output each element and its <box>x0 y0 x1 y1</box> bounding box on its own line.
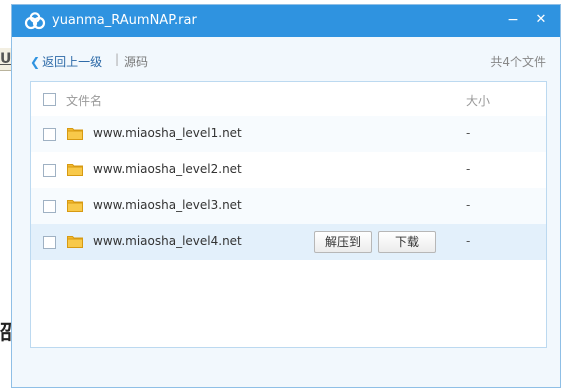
dialog-title: yuanma_RAumNAP.rar <box>52 13 197 28</box>
background-fragment-text: U <box>0 51 12 67</box>
baidu-cloud-logo-icon <box>24 12 46 30</box>
file-name[interactable]: www.miaosha_level2.net <box>93 162 242 176</box>
select-all-checkbox[interactable] <box>43 93 56 106</box>
file-size: - <box>466 162 471 176</box>
extract-to-button[interactable]: 解压到 <box>314 231 372 253</box>
file-row[interactable]: www.miaosha_level3.net - <box>31 188 546 224</box>
folder-icon <box>67 128 83 140</box>
file-name[interactable]: www.miaosha_level4.net <box>93 234 242 248</box>
file-list-header: 文件名 大小 <box>31 82 546 116</box>
column-header-name: 文件名 <box>66 94 103 108</box>
row-checkbox[interactable] <box>43 164 56 177</box>
breadcrumb-current-folder: 源码 <box>124 55 149 69</box>
navigation-bar: ❮ 返回上一级 | 源码 共4个文件 <box>12 51 560 73</box>
file-name[interactable]: www.miaosha_level1.net <box>93 126 242 140</box>
file-list: 文件名 大小 www.miaosha_level1.net - www.miao… <box>30 81 547 348</box>
download-button[interactable]: 下载 <box>378 231 436 253</box>
folder-icon <box>67 164 83 176</box>
row-checkbox[interactable] <box>43 236 56 249</box>
chevron-left-icon: ❮ <box>30 55 41 69</box>
close-button[interactable]: ✕ <box>528 7 554 33</box>
file-row[interactable]: www.miaosha_level1.net - <box>31 116 546 152</box>
folder-icon <box>67 200 83 212</box>
folder-icon <box>67 236 83 248</box>
file-name[interactable]: www.miaosha_level3.net <box>93 198 242 212</box>
back-button[interactable]: ❮ 返回上一级 <box>30 53 102 70</box>
file-row[interactable]: www.miaosha_level2.net - <box>31 152 546 188</box>
file-row-hovered[interactable]: www.miaosha_level4.net 解压到 下载 - <box>31 224 546 260</box>
archive-preview-dialog: yuanma_RAumNAP.rar − ✕ ❮ 返回上一级 | 源码 共4个文件… <box>11 4 561 388</box>
column-header-size: 大小 <box>466 94 491 108</box>
file-size: - <box>466 234 471 248</box>
row-checkbox[interactable] <box>43 128 56 141</box>
breadcrumb-separator: | <box>115 52 120 66</box>
dialog-titlebar[interactable]: yuanma_RAumNAP.rar − ✕ <box>12 5 560 37</box>
row-checkbox[interactable] <box>43 200 56 213</box>
file-size: - <box>466 126 471 140</box>
file-size: - <box>466 198 471 212</box>
file-count-label: 共4个文件 <box>490 55 546 69</box>
minimize-button[interactable]: − <box>500 7 526 33</box>
back-label: 返回上一级 <box>42 55 103 69</box>
